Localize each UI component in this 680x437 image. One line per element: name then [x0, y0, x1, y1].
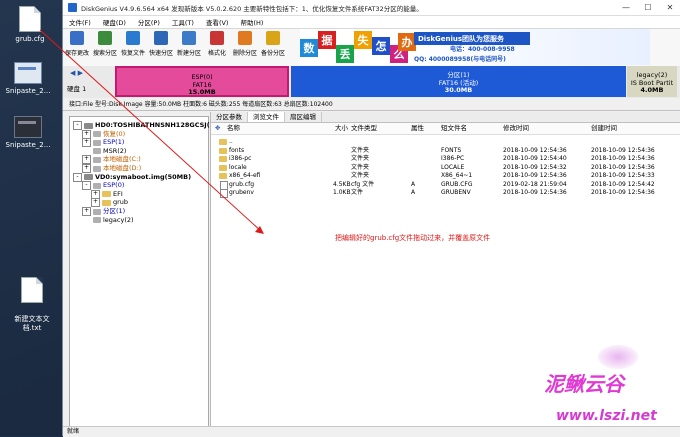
watermark-url: www.lszi.net	[556, 408, 657, 424]
watermark-logo	[598, 345, 638, 369]
watermark-text: 泥鳅云谷	[544, 372, 624, 396]
arrow-line	[39, 29, 263, 233]
